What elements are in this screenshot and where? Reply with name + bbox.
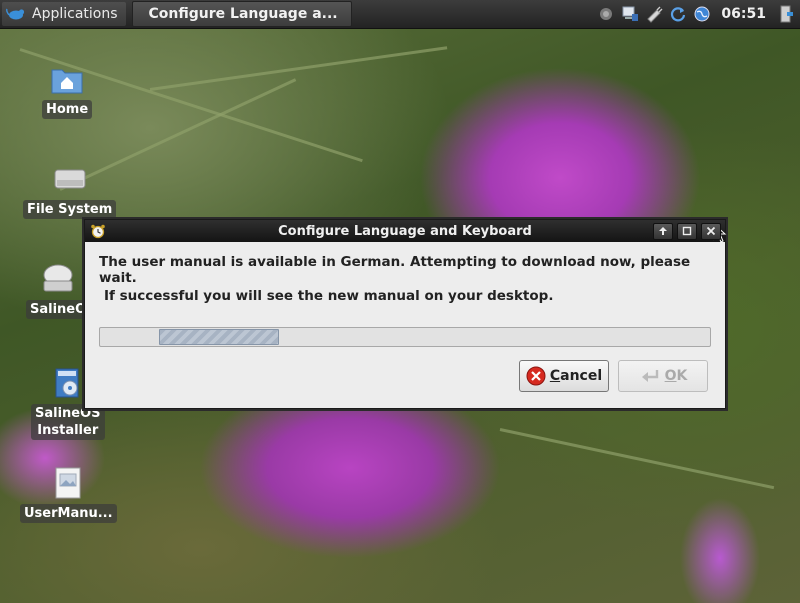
xfce-mouse-icon <box>6 8 25 20</box>
cancel-button[interactable]: Cancel <box>519 360 609 392</box>
speaker-icon[interactable] <box>597 5 615 23</box>
download-progress-bar <box>99 327 711 347</box>
window-raise-button[interactable] <box>653 222 673 240</box>
home-folder-icon <box>50 62 84 96</box>
maximize-icon <box>682 226 692 236</box>
desktop-icon-label: Home <box>42 100 93 119</box>
desktop-icon-file-system[interactable]: File System <box>23 162 117 219</box>
ok-button-label: OK <box>664 368 688 384</box>
globe-icon[interactable] <box>693 5 711 23</box>
wallpaper-stem <box>499 428 775 490</box>
logout-icon[interactable] <box>778 5 796 23</box>
wallpaper-stem <box>149 46 448 91</box>
taskbar-item-configure-language[interactable]: Configure Language a... <box>131 1 352 27</box>
applications-menu-button[interactable]: Applications <box>2 2 126 26</box>
close-icon <box>706 226 716 236</box>
panel-clock[interactable]: 06:51 <box>721 6 766 22</box>
desktop-icon-label: SalineO <box>26 300 91 319</box>
window-maximize-button[interactable] <box>677 222 697 240</box>
applications-label: Applications <box>32 6 118 22</box>
window-close-button[interactable] <box>701 222 721 240</box>
image-file-icon <box>51 466 85 500</box>
ok-arrow-icon <box>641 370 658 382</box>
desktop-icon-label: SalineOS Installer <box>31 404 105 440</box>
top-panel: Applications Configure Language a... 06:… <box>0 0 800 29</box>
dialog-message-line2: If successful you will see the new manua… <box>104 288 554 304</box>
dialog-message-line1: The user manual is available in German. … <box>99 254 691 286</box>
disc-drive-icon <box>41 262 75 296</box>
cancel-button-label: Cancel <box>549 368 603 384</box>
network-computer-icon[interactable] <box>621 5 639 23</box>
drive-icon <box>53 162 87 196</box>
configure-language-dialog: Configure Language and Keyboard The user… <box>84 219 726 409</box>
desktop-icon-user-manual[interactable]: UserManu... <box>20 466 117 523</box>
desktop-icon-salineos-disc[interactable]: SalineO <box>26 262 91 319</box>
installer-icon <box>51 366 85 400</box>
taskbar-item-label: Configure Language a... <box>148 6 338 22</box>
update-refresh-icon[interactable] <box>669 5 687 23</box>
arrow-up-icon <box>659 227 667 235</box>
desktop-icon-home[interactable]: Home <box>42 62 93 119</box>
progress-activity-block <box>159 329 279 345</box>
desktop-icon-label: UserManu... <box>20 504 117 523</box>
ok-button[interactable]: OK <box>618 360 708 392</box>
alarm-clock-icon[interactable] <box>89 222 107 240</box>
system-tray: 06:51 <box>597 5 800 23</box>
cancel-icon <box>526 366 546 386</box>
battery-plug-icon[interactable] <box>645 5 663 23</box>
dialog-titlebar[interactable]: Configure Language and Keyboard <box>85 220 725 242</box>
desktop-icon-label: File System <box>23 200 117 219</box>
dialog-title: Configure Language and Keyboard <box>278 223 532 239</box>
